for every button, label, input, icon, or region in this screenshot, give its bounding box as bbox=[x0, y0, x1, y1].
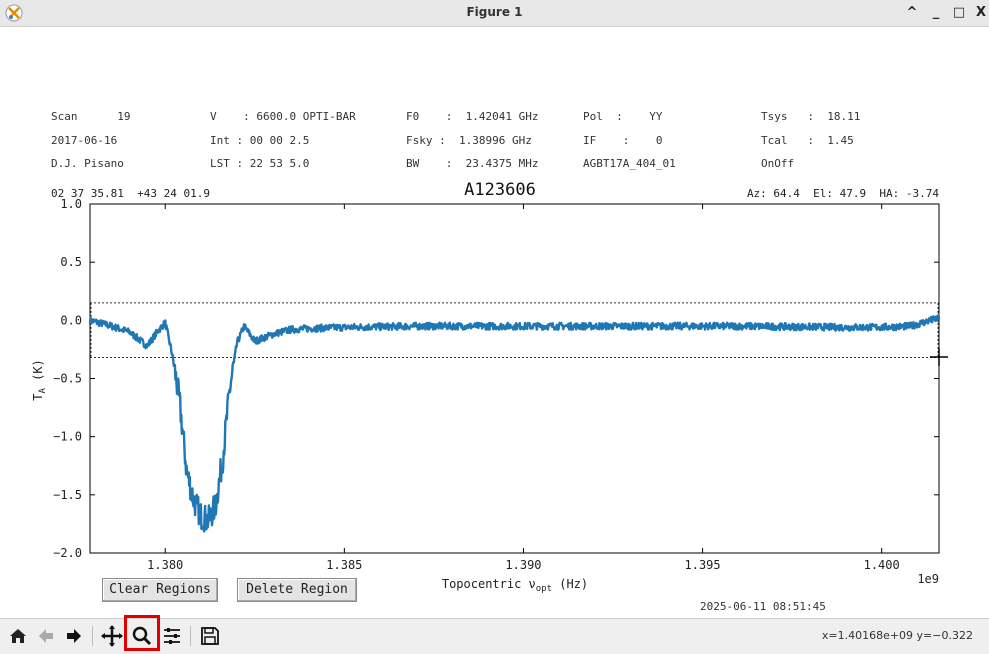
y-tick-label: 0.0 bbox=[60, 313, 82, 327]
home-icon[interactable] bbox=[6, 624, 30, 648]
configure-icon[interactable] bbox=[160, 624, 184, 648]
y-tick-label: 1.0 bbox=[60, 197, 82, 211]
zoom-button-highlight bbox=[124, 615, 160, 651]
toolbar-separator bbox=[92, 626, 93, 646]
x-axis-label: Topocentric νopt (Hz) bbox=[442, 577, 588, 594]
toolbar-separator bbox=[190, 626, 191, 646]
y-tick-label: −1.0 bbox=[53, 430, 82, 444]
y-tick-label: −1.5 bbox=[53, 488, 82, 502]
x-tick-label: 1.390 bbox=[505, 558, 541, 572]
back-icon[interactable] bbox=[34, 624, 58, 648]
timestamp: 2025-06-11 08:51:45 bbox=[700, 600, 826, 613]
x-tick-label: 1.400 bbox=[864, 558, 900, 572]
y-tick-label: −0.5 bbox=[53, 372, 82, 386]
crosshair-cursor bbox=[930, 348, 948, 366]
x-tick-label: 1.380 bbox=[147, 558, 183, 572]
spectrum-line bbox=[88, 313, 941, 533]
y-tick-label: −2.0 bbox=[53, 546, 82, 560]
forward-icon[interactable] bbox=[62, 624, 86, 648]
y-axis-label: TA (K) bbox=[31, 359, 48, 401]
y-tick-label: 0.5 bbox=[60, 255, 82, 269]
cursor-readout: x=1.40168e+09 y=−0.322 bbox=[821, 629, 973, 642]
pan-icon[interactable] bbox=[100, 624, 124, 648]
spectrum-plot[interactable]: 1.0 0.5 0.0 −0.5 −1.0 −1.5 −2.0 1.380 1.385 1.39… bbox=[0, 0, 989, 600]
x-offset-label: 1e9 bbox=[917, 572, 939, 586]
x-tick-label: 1.385 bbox=[326, 558, 362, 572]
x-tick-label: 1.395 bbox=[685, 558, 721, 572]
delete-region-button[interactable]: Delete Region bbox=[237, 578, 357, 602]
clear-regions-button[interactable]: Clear Regions bbox=[102, 578, 218, 602]
save-icon[interactable] bbox=[198, 624, 222, 648]
